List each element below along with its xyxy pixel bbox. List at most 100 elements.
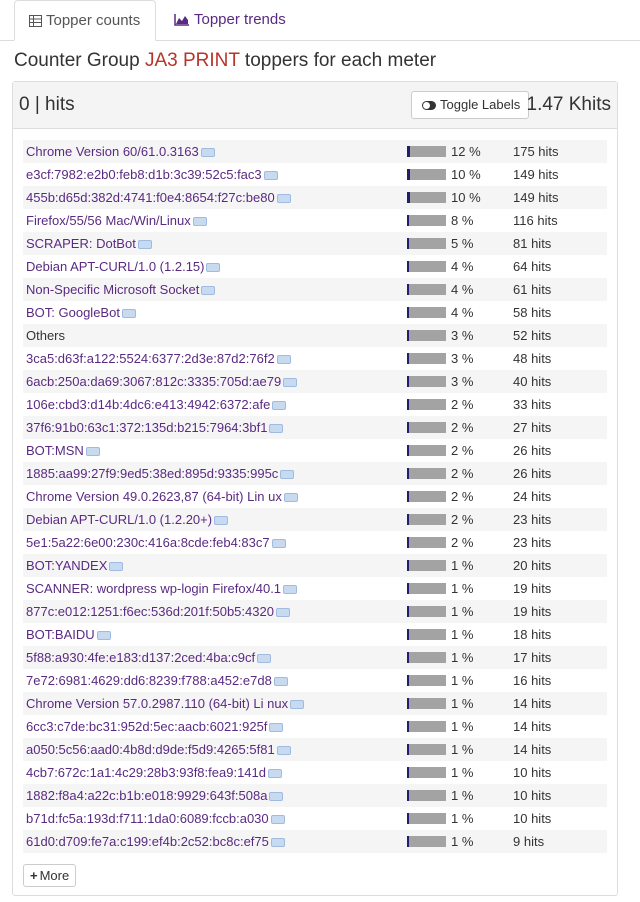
topper-name[interactable]: Debian APT-CURL/1.0 (1.2.15) [26,255,221,278]
label-tag-icon[interactable] [275,608,290,617]
topper-name[interactable]: 1882:f8a4:a22c:b1b:e018:9929:643f:508a [26,784,284,807]
label-tag-icon[interactable] [263,171,278,180]
topper-hits: 81 hits [513,236,552,251]
topper-name[interactable]: 877c:e012:1251:f6ec:536d:201f:50b5:4320 [26,600,290,623]
topper-name[interactable]: e3cf:7982:e2b0:feb8:d1b:3c39:52c5:fac3 [26,163,278,186]
topper-row: BOT:BAIDU 1 % 18 hits [23,623,607,646]
topper-name[interactable]: 1885:aa99:27f9:9ed5:38ed:895d:9335:995c [26,462,295,485]
topper-name[interactable]: a050:5c56:aad0:4b8d:d9de:f5d9:4265:5f81 [26,738,291,761]
label-tag-icon[interactable] [96,631,111,640]
topper-name[interactable]: Non-Specific Microsoft Socket [26,278,216,301]
topper-name[interactable]: 4cb7:672c:1a1:4c29:28b3:93f8:fea9:141d [26,761,282,784]
percent-bar [407,629,446,640]
topper-name[interactable]: SCRAPER: DotBot [26,232,152,255]
more-button[interactable]: + More [23,864,77,887]
label-tag-icon[interactable] [200,148,215,157]
topper-name[interactable]: 455b:d65d:382d:4741:f0e4:8654:f27c:be80 [26,186,291,209]
more-label: More [39,868,70,883]
topper-name[interactable]: 7e72:6981:4629:dd6:8239:f788:a452:e7d8 [26,669,288,692]
label-tag-icon[interactable] [273,677,288,686]
topper-percent: 3 % [451,328,474,343]
topper-name[interactable]: 5e1:5a22:6e00:230c:416a:8cde:feb4:83c7 [26,531,286,554]
topper-name[interactable]: 6cc3:c7de:bc31:952d:5ec:aacb:6021:925f [26,715,284,738]
topper-name[interactable]: BOT: GoogleBot [26,301,136,324]
topper-row: 7e72:6981:4629:dd6:8239:f788:a452:e7d8 1 … [23,669,607,692]
topper-name[interactable]: BOT:YANDEX [26,554,124,577]
label-tag-icon[interactable] [280,470,295,479]
title-prefix: Counter Group [14,50,145,71]
topper-hits: 23 hits [513,535,552,550]
topper-hits: 26 hits [513,443,552,458]
label-tag-icon[interactable] [271,539,286,548]
topper-name[interactable]: b71d:fc5a:193d:f711:1da0:6089:fccb:a030 [26,807,285,830]
topper-name[interactable]: Firefox/55/56 Mac/Win/Linux [26,209,207,232]
percent-bar [407,376,446,387]
label-tag-icon[interactable] [137,240,152,249]
label-tag-icon[interactable] [276,355,291,364]
topper-percent: 1 % [451,650,474,665]
topper-name[interactable]: BOT:BAIDU [26,623,111,646]
percent-bar-fill [407,790,409,801]
topper-percent: 2 % [451,397,474,412]
percent-bar [407,744,446,755]
topper-percent: 4 % [451,282,474,297]
label-tag-icon[interactable] [272,401,287,410]
label-tag-icon[interactable] [283,585,298,594]
label-tag-icon[interactable] [283,378,298,387]
topper-percent: 4 % [451,305,474,320]
topper-percent: 3 % [451,351,474,366]
topper-row: 877c:e012:1251:f6ec:536d:201f:50b5:4320 1… [23,600,607,623]
topper-percent: 2 % [451,443,474,458]
toggle-labels-button[interactable]: Toggle Labels [411,91,529,119]
topper-name[interactable]: Debian APT-CURL/1.0 (1.2.20+) [26,508,229,531]
topper-name[interactable]: Chrome Version 49.0.2623,87 (64-bit) Lin… [26,485,298,508]
topper-row: 5f88:a930:4fe:e183:d137:2ced:4ba:c9cf 1 %… [23,646,607,669]
topper-name[interactable]: 3ca5:d63f:a122:5524:6377:2d3e:87d2:76f2 [26,347,291,370]
label-tag-icon[interactable] [290,700,305,709]
topper-name[interactable]: Chrome Version 57.0.2987.110 (64-bit) Li… [26,692,305,715]
topper-hits: 17 hits [513,650,552,665]
topper-name[interactable]: BOT:MSN [26,439,100,462]
topper-name[interactable]: 61d0:d709:fe7a:c199:ef4b:2c52:bc8c:ef75 [26,830,285,853]
percent-bar [407,537,446,548]
percent-bar [407,192,446,203]
label-tag-icon[interactable] [214,516,229,525]
percent-bar-fill [407,468,409,479]
label-tag-icon[interactable] [270,815,285,824]
percent-bar-fill [407,514,409,525]
percent-bar-fill [407,169,410,180]
topper-percent: 10 % [451,167,481,182]
label-tag-icon[interactable] [121,309,136,318]
percent-bar [407,468,446,479]
label-tag-icon[interactable] [257,654,272,663]
topper-row: BOT:YANDEX 1 % 20 hits [23,554,607,577]
tab-topper-counts[interactable]: Topper counts [14,0,156,41]
topper-name[interactable]: Chrome Version 60/61.0.3163 [26,140,215,163]
topper-name[interactable]: 6acb:250a:da69:3067:812c:3335:705d:ae79 [26,370,298,393]
label-tag-icon[interactable] [269,424,284,433]
label-tag-icon[interactable] [109,562,124,571]
toppers-panel: 0 | hits Toggle Labels 1.47 Khits Chrome… [12,81,618,896]
tab-topper-trends[interactable]: Topper trends [174,0,286,40]
label-tag-icon[interactable] [201,286,216,295]
label-tag-icon[interactable] [270,838,285,847]
label-tag-icon[interactable] [206,263,221,272]
percent-bar-fill [407,284,409,295]
percent-bar-fill [407,215,409,226]
topper-name[interactable]: 37f6:91b0:63c1:372:135d:b215:7964:3bf1 [26,416,284,439]
topper-hits: 19 hits [513,604,552,619]
topper-name[interactable]: 5f88:a930:4fe:e183:d137:2ced:4ba:c9cf [26,646,272,669]
page-title: Counter Group JA3 PRINT toppers for each… [14,50,436,72]
label-tag-icon[interactable] [269,792,284,801]
label-tag-icon[interactable] [276,746,291,755]
label-tag-icon[interactable] [283,493,298,502]
topper-name[interactable]: 106e:cbd3:d14b:4dc6:e413:4942:6372:afe [26,393,287,416]
label-tag-icon[interactable] [276,194,291,203]
topper-name[interactable]: SCANNER: wordpress wp-login Firefox/40.1 [26,577,298,600]
label-tag-icon[interactable] [269,723,284,732]
label-tag-icon[interactable] [192,217,207,226]
area-chart-icon [174,14,189,26]
label-tag-icon[interactable] [85,447,100,456]
topper-percent: 1 % [451,696,474,711]
label-tag-icon[interactable] [268,769,282,778]
